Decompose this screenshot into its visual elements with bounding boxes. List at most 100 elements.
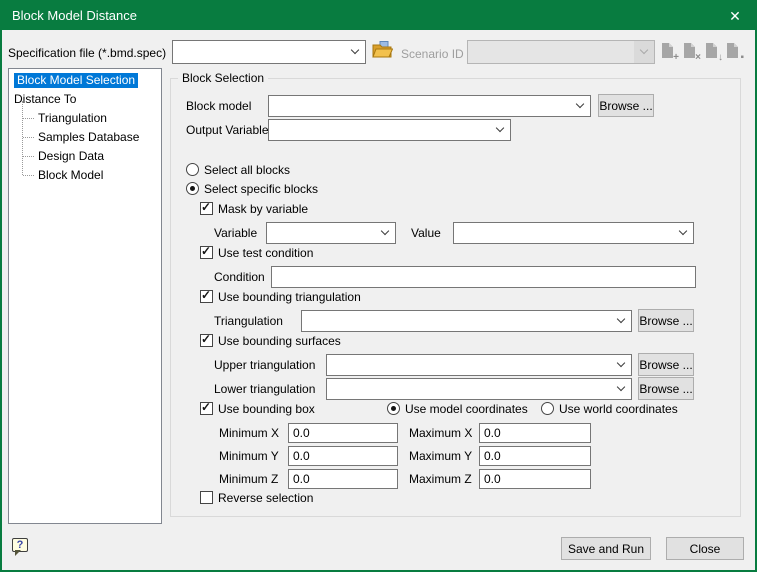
triangulation-browse-button[interactable]: Browse ... [638, 309, 694, 332]
use-model-coordinates-radio[interactable] [387, 402, 400, 415]
use-test-condition-label[interactable]: Use test condition [218, 246, 313, 260]
minimum-y-label: Minimum Y [219, 449, 279, 463]
tree-item-block-model-selection[interactable]: Block Model Selection [10, 71, 160, 89]
select-all-blocks-label[interactable]: Select all blocks [204, 163, 290, 177]
minimum-x-input[interactable] [288, 423, 398, 443]
use-world-coordinates-radio[interactable] [541, 402, 554, 415]
lower-triangulation-browse-button[interactable]: Browse ... [638, 377, 694, 400]
triangulation-label: Triangulation [214, 314, 283, 328]
tree-item-label: Samples Database [38, 130, 139, 144]
lower-triangulation-label: Lower triangulation [214, 382, 315, 396]
use-bounding-box-label[interactable]: Use bounding box [218, 402, 315, 416]
tree-item-design-data[interactable]: Design Data [10, 147, 160, 165]
use-bounding-surfaces-label[interactable]: Use bounding surfaces [218, 334, 341, 348]
maximum-z-label: Maximum Z [409, 472, 472, 486]
use-bounding-triangulation-label[interactable]: Use bounding triangulation [218, 290, 361, 304]
variable-label: Variable [214, 226, 257, 240]
value-label: Value [411, 226, 441, 240]
browse-button-label: Browse ... [639, 314, 692, 328]
upper-triangulation-combo[interactable] [326, 354, 632, 376]
minimum-y-input[interactable] [288, 446, 398, 466]
close-button-label: Close [690, 542, 721, 556]
block-model-distance-dialog: Block Model Distance ✕ Specification fil… [0, 0, 757, 572]
section-tree: Block Model Selection Distance To Triang… [8, 68, 162, 524]
scenario-id-combo[interactable] [467, 40, 655, 64]
tree-item-block-model[interactable]: Block Model [10, 166, 160, 184]
save-and-run-label: Save and Run [568, 542, 644, 556]
select-specific-blocks-label[interactable]: Select specific blocks [204, 182, 318, 196]
tree-item-label: Distance To [14, 92, 76, 106]
specification-file-label: Specification file (*.bmd.spec) [8, 46, 166, 60]
maximum-x-input[interactable] [479, 423, 591, 443]
mask-by-variable-label[interactable]: Mask by variable [218, 202, 308, 216]
help-button[interactable]: ? [12, 538, 28, 552]
window-title: Block Model Distance [12, 2, 137, 30]
minimum-z-label: Minimum Z [219, 472, 278, 486]
tree-item-distance-to[interactable]: Distance To [10, 90, 160, 108]
use-model-coordinates-label[interactable]: Use model coordinates [405, 402, 528, 416]
specification-file-combo[interactable] [172, 40, 366, 64]
tree-item-label: Triangulation [38, 111, 107, 125]
close-button[interactable]: ✕ [719, 2, 751, 30]
chevron-down-icon [381, 227, 389, 235]
browse-button-label: Browse ... [599, 99, 652, 113]
block-model-label: Block model [186, 99, 251, 113]
delete-scenario-button[interactable]: × [682, 42, 698, 60]
close-dialog-button[interactable]: Close [666, 537, 744, 560]
plus-badge-icon: + [673, 53, 679, 63]
upper-triangulation-label: Upper triangulation [214, 358, 315, 372]
use-bounding-box-checkbox[interactable] [200, 402, 213, 415]
maximum-z-input[interactable] [479, 469, 591, 489]
reverse-selection-label[interactable]: Reverse selection [218, 491, 313, 505]
reverse-selection-checkbox[interactable] [200, 491, 213, 504]
condition-input[interactable] [271, 266, 696, 288]
chevron-down-icon [496, 124, 504, 132]
block-model-combo[interactable] [268, 95, 591, 117]
close-icon: ✕ [729, 9, 741, 23]
use-bounding-surfaces-checkbox[interactable] [200, 334, 213, 347]
group-title: Block Selection [178, 71, 268, 85]
select-all-blocks-radio[interactable] [186, 163, 199, 176]
export-scenario-button[interactable]: ▪ [725, 42, 741, 60]
document-export-icon [725, 42, 740, 59]
use-bounding-triangulation-checkbox[interactable] [200, 290, 213, 303]
condition-label: Condition [214, 270, 265, 284]
block-selection-group: Block Selection Block model Browse ... O… [170, 78, 741, 517]
scenario-id-label: Scenario ID [401, 47, 464, 61]
select-specific-blocks-radio[interactable] [186, 182, 199, 195]
square-badge-icon: ▪ [740, 53, 744, 63]
tree-item-label: Block Model Selection [14, 73, 138, 88]
value-combo[interactable] [453, 222, 694, 244]
help-bubble-tail [15, 550, 21, 556]
chevron-down-icon [679, 227, 687, 235]
browse-button-label: Browse ... [639, 382, 692, 396]
browse-button-label: Browse ... [639, 358, 692, 372]
tree-item-triangulation[interactable]: Triangulation [10, 109, 160, 127]
chevron-down-icon [617, 359, 625, 367]
cross-badge-icon: × [695, 53, 701, 63]
output-variable-combo[interactable] [268, 119, 511, 141]
use-world-coordinates-label[interactable]: Use world coordinates [559, 402, 678, 416]
mask-by-variable-checkbox[interactable] [200, 202, 213, 215]
chevron-down-icon [351, 46, 359, 54]
block-model-browse-button[interactable]: Browse ... [598, 94, 654, 117]
save-and-run-button[interactable]: Save and Run [561, 537, 651, 560]
upper-triangulation-browse-button[interactable]: Browse ... [638, 353, 694, 376]
lower-triangulation-combo[interactable] [326, 378, 632, 400]
variable-combo[interactable] [266, 222, 396, 244]
document-import-icon [704, 42, 719, 59]
triangulation-combo[interactable] [301, 310, 632, 332]
tree-item-samples-database[interactable]: Samples Database [10, 128, 160, 146]
chevron-down-icon [576, 100, 584, 108]
use-test-condition-checkbox[interactable] [200, 246, 213, 259]
open-folder-icon[interactable] [372, 41, 393, 64]
maximum-y-input[interactable] [479, 446, 591, 466]
titlebar[interactable]: Block Model Distance ✕ [2, 2, 755, 30]
maximum-x-label: Maximum X [409, 426, 472, 440]
new-scenario-button[interactable]: + [660, 42, 676, 60]
minimum-x-label: Minimum X [219, 426, 279, 440]
chevron-down-icon [617, 315, 625, 323]
import-scenario-button[interactable]: ↓ [704, 42, 720, 60]
tree-item-label: Design Data [38, 149, 104, 163]
minimum-z-input[interactable] [288, 469, 398, 489]
